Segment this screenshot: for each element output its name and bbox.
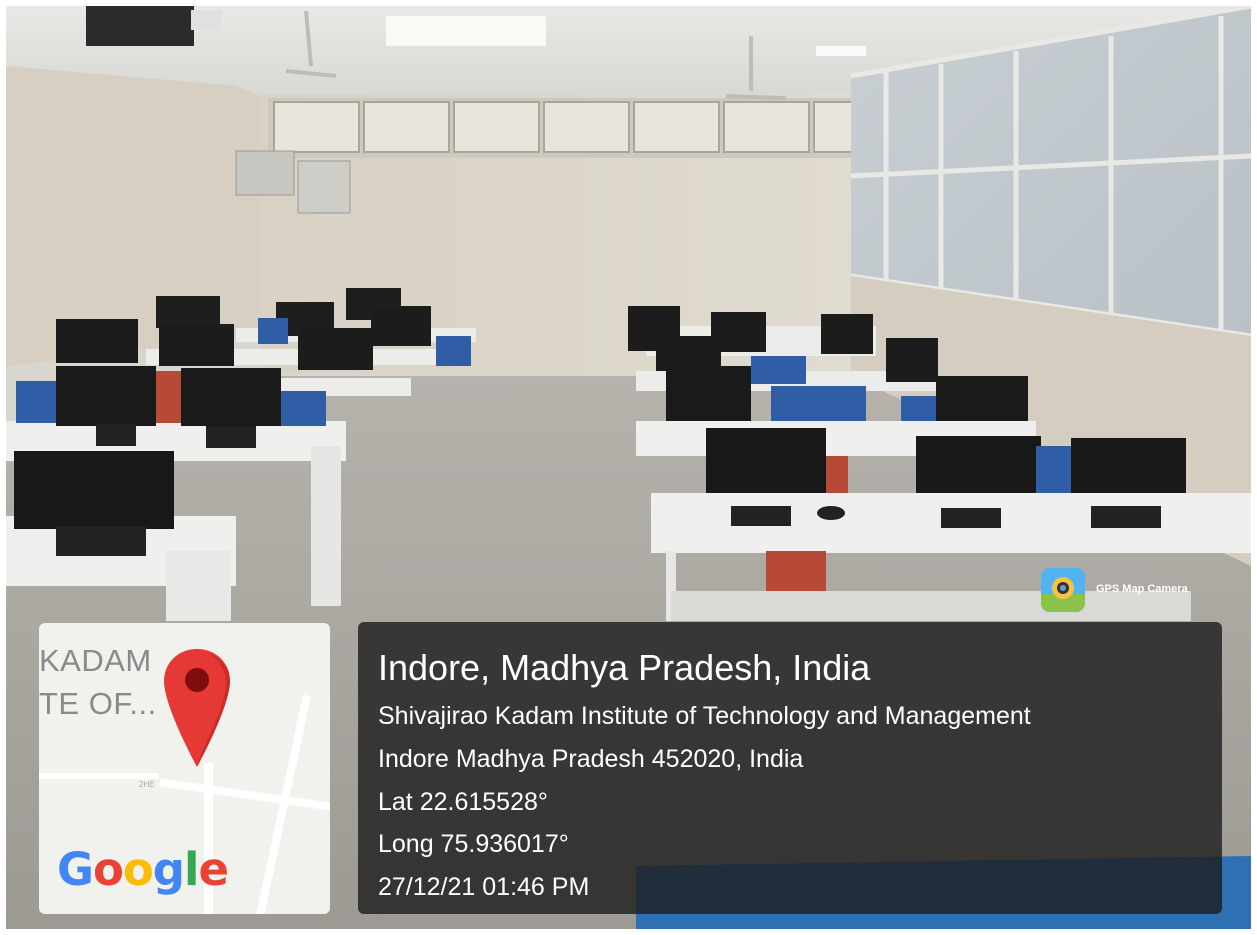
google-logo: Google	[57, 843, 229, 896]
gps-map-camera-label: GPS Map Camera	[1096, 583, 1188, 595]
camera-lens-icon	[1041, 568, 1085, 612]
location-title: Indore, Madhya Pradesh, India	[378, 647, 871, 688]
gps-map-camera-icon	[1041, 568, 1085, 612]
photo-frame: KADAM TE OF... 2HE Google GPS Map Camera…	[6, 6, 1251, 929]
latitude: Lat 22.615528°	[378, 788, 548, 816]
timestamp: 27/12/21 01:46 PM	[378, 873, 590, 901]
map-label-line1: KADAM	[39, 643, 152, 678]
map-road-number: 2HE	[139, 780, 155, 789]
map-road	[39, 773, 159, 779]
map-thumbnail[interactable]: KADAM TE OF... 2HE Google	[39, 623, 330, 914]
map-road	[159, 778, 330, 812]
longitude: Long 75.936017°	[378, 830, 569, 858]
location-info-panel: Indore, Madhya Pradesh, India Shivajirao…	[358, 622, 1222, 914]
address-line-1: Shivajirao Kadam Institute of Technology…	[378, 702, 1031, 730]
map-label-line2: TE OF...	[39, 686, 157, 721]
address-line-2: Indore Madhya Pradesh 452020, India	[378, 745, 804, 773]
map-pin-icon	[164, 649, 230, 767]
